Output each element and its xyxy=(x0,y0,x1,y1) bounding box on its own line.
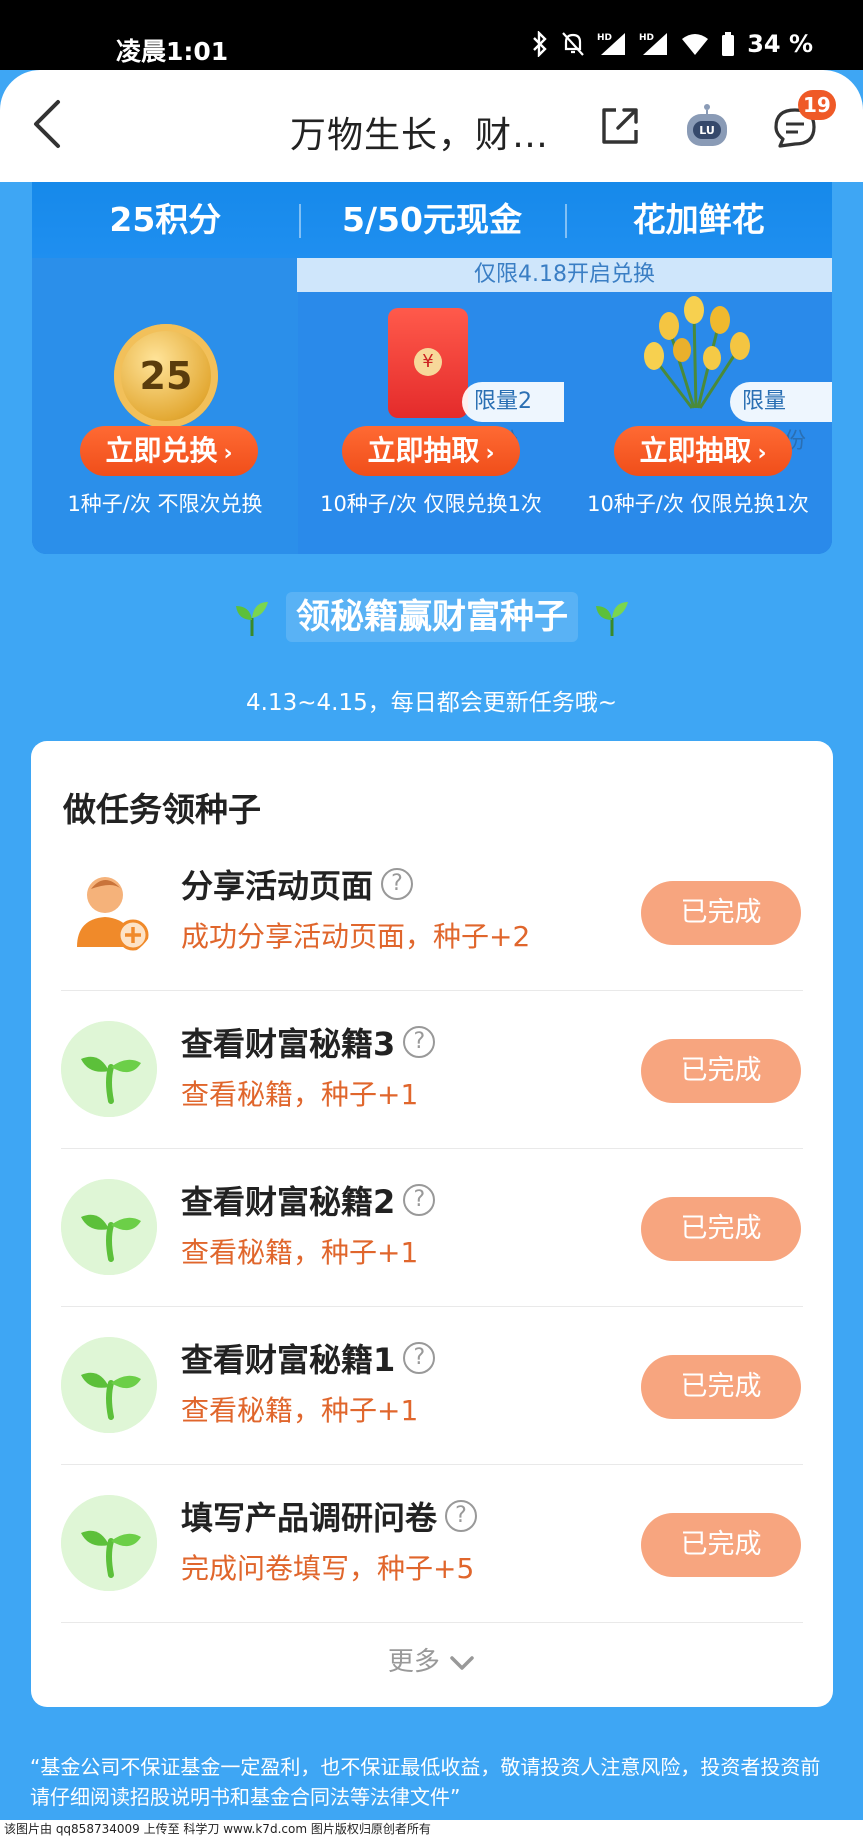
divider xyxy=(61,1622,803,1623)
tasks-heading: 做任务领种子 xyxy=(63,790,261,829)
task-name: 分享活动页面? xyxy=(181,861,414,907)
reward-rule: 10种子/次 仅限兑换1次 xyxy=(320,492,542,516)
nav-header: 万物生长，财… LU 19 xyxy=(0,70,863,182)
secrets-banner: 领秘籍赢财富种子 xyxy=(232,592,632,642)
banner-title: 领秘籍赢财富种子 xyxy=(286,592,578,642)
quantity-badge: 限量2万份 xyxy=(462,382,564,454)
redeem-limit-notice: 仅限4.18开启兑换 xyxy=(297,258,832,292)
help-icon[interactable]: ? xyxy=(381,868,414,900)
task-completed-button[interactable]: 已完成 xyxy=(641,1513,801,1577)
sprout-icon xyxy=(61,1495,157,1591)
back-arrow-icon[interactable] xyxy=(28,96,68,152)
signal-hd-icon-2: HD xyxy=(639,33,668,55)
task-name-text: 分享活动页面 xyxy=(181,867,374,905)
sprout-icon xyxy=(61,1021,157,1117)
task-item: 填写产品调研问卷? 完成问卷填写，种子+5 已完成 xyxy=(31,1465,833,1623)
wifi-icon xyxy=(682,34,709,55)
user-add-icon xyxy=(77,877,149,951)
assistant-robot-icon[interactable]: LU xyxy=(682,102,732,150)
task-completed-button[interactable]: 已完成 xyxy=(641,1355,801,1419)
draw-flowers-label: 立即抽取 xyxy=(639,434,752,467)
coin-icon: 25 xyxy=(114,324,218,428)
task-item: 查看财富秘籍3? 查看秘籍，种子+1 已完成 xyxy=(31,991,833,1149)
risk-disclaimer: “基金公司不保证基金一定盈利，也不保证最低收益，敬请投资人注意风险，投资者投资前… xyxy=(30,1755,821,1809)
task-desc: 查看秘籍，种子+1 xyxy=(181,1236,419,1269)
task-item: 查看财富秘籍1? 查看秘籍，种子+1 已完成 xyxy=(31,1307,833,1465)
redeem-points-button[interactable]: 立即兑换 › xyxy=(80,426,258,476)
task-name-text: 查看财富秘籍1 xyxy=(181,1341,396,1379)
battery-percent: 34 % xyxy=(747,30,813,58)
draw-cash-label: 立即抽取 xyxy=(367,434,480,467)
chevron-right-icon: › xyxy=(223,441,233,466)
task-desc: 查看秘籍，种子+1 xyxy=(181,1078,419,1111)
reward-item-cash: 限量2万份 立即抽取› 10种子/次 仅限兑换1次 xyxy=(298,258,564,554)
chevron-down-icon xyxy=(450,1655,474,1670)
reward-rule: 1种子/次 不限次兑换 xyxy=(67,492,263,516)
task-item: 分享活动页面? 成功分享活动页面，种子+2 已完成 xyxy=(31,833,833,991)
help-icon[interactable]: ? xyxy=(403,1342,436,1374)
task-name: 填写产品调研问卷? xyxy=(181,1493,478,1539)
status-bar: 凌晨1:01 HD HD 34 % xyxy=(0,0,863,70)
chevron-right-icon: › xyxy=(757,441,767,466)
sprout-icon xyxy=(236,602,268,636)
svg-text:HD: HD xyxy=(639,33,654,43)
svg-text:HD: HD xyxy=(597,33,612,43)
quantity-badge: 限量100份 xyxy=(730,382,832,454)
task-name-text: 查看财富秘籍3 xyxy=(181,1025,396,1063)
red-packet-icon xyxy=(388,308,468,418)
task-desc: 完成问卷填写，种子+5 xyxy=(181,1552,475,1585)
help-icon[interactable]: ? xyxy=(445,1500,478,1532)
task-name-text: 填写产品调研问卷 xyxy=(181,1499,438,1537)
status-time: 凌晨1:01 xyxy=(116,37,229,66)
bell-off-icon xyxy=(562,32,585,56)
reward-tabs: 25积分 5/50元现金 花加鲜花 xyxy=(32,182,832,258)
coin-value: 25 xyxy=(139,354,193,398)
share-icon[interactable] xyxy=(598,104,642,148)
svg-text:LU: LU xyxy=(699,124,715,137)
reward-tab-cash[interactable]: 5/50元现金 xyxy=(298,182,566,258)
sprout-icon xyxy=(61,1179,157,1275)
sprout-icon xyxy=(596,602,628,636)
task-desc: 查看秘籍，种子+1 xyxy=(181,1394,419,1427)
task-completed-button[interactable]: 已完成 xyxy=(641,881,801,945)
task-name: 查看财富秘籍3? xyxy=(181,1019,436,1065)
battery-icon xyxy=(722,32,735,56)
sprout-icon xyxy=(61,1337,157,1433)
message-count-badge: 19 xyxy=(798,90,836,120)
task-name-text: 查看财富秘籍2 xyxy=(181,1183,396,1221)
help-icon[interactable]: ? xyxy=(403,1026,436,1058)
task-name: 查看财富秘籍2? xyxy=(181,1177,436,1223)
tasks-card: 做任务领种子 分享活动页面? 成功分享活动页面，种子+2 已完成 查看财富秘籍3… xyxy=(31,741,833,1707)
reward-rule: 10种子/次 仅限兑换1次 xyxy=(587,492,809,516)
more-button[interactable]: 更多 xyxy=(31,1641,833,1678)
chevron-right-icon: › xyxy=(485,441,495,466)
signal-hd-icon: HD xyxy=(597,33,626,55)
task-name: 查看财富秘籍1? xyxy=(181,1335,436,1381)
help-icon[interactable]: ? xyxy=(403,1184,436,1216)
redeem-points-label: 立即兑换 xyxy=(105,434,218,467)
rewards-card: 25积分 5/50元现金 花加鲜花 25 立即兑换› 1种子/次 不限次兑换 限… xyxy=(32,182,832,554)
more-label: 更多 xyxy=(387,1647,440,1677)
task-item: 查看财富秘籍2? 查看秘籍，种子+1 已完成 xyxy=(31,1149,833,1307)
bluetooth-icon xyxy=(533,31,547,57)
task-completed-button[interactable]: 已完成 xyxy=(641,1197,801,1261)
reward-item-flowers: 限量100份 立即抽取› 10种子/次 仅限兑换1次 xyxy=(564,258,832,554)
draw-cash-button[interactable]: 立即抽取 › xyxy=(342,426,520,476)
draw-flowers-button[interactable]: 立即抽取 › xyxy=(614,426,792,476)
page-title: 万物生长，财… xyxy=(290,115,550,156)
task-completed-button[interactable]: 已完成 xyxy=(641,1039,801,1103)
banner-subtitle: 4.13~4.15，每日都会更新任务哦~ xyxy=(246,690,617,716)
status-icons: HD HD 34 % xyxy=(531,30,813,58)
watermark-text: 该图片由 qq858734009 上传至 科学刀 www.k7d.com 图片版… xyxy=(0,1820,863,1839)
reward-item-points: 25 立即兑换 › 1种子/次 不限次兑换 xyxy=(32,258,298,554)
reward-tab-flowers[interactable]: 花加鲜花 xyxy=(565,182,832,258)
reward-tab-points[interactable]: 25积分 xyxy=(32,182,299,258)
task-desc: 成功分享活动页面，种子+2 xyxy=(181,920,531,953)
